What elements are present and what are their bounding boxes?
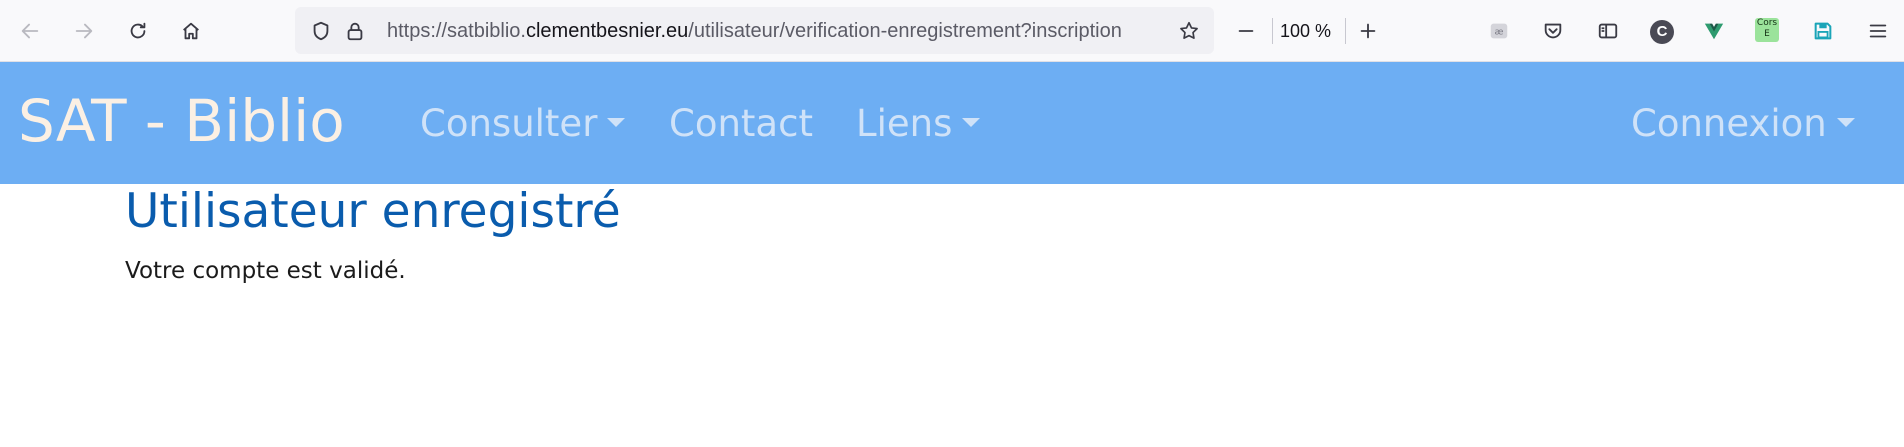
browser-toolbar: https://satbiblio.clementbesnier.eu/util… — [0, 0, 1904, 62]
cors-label-bottom: E — [1764, 29, 1770, 39]
caret-down-icon — [607, 118, 626, 127]
nav-item-consulter[interactable]: Consulter — [420, 102, 626, 146]
forward-button[interactable] — [66, 13, 102, 49]
nav-item-contact[interactable]: Contact — [669, 102, 813, 146]
confirmation-message: Votre compte est validé. — [125, 258, 406, 284]
nav-item-connexion-label: Connexion — [1631, 102, 1827, 145]
zoom-separator-left — [1272, 18, 1273, 44]
arrow-left-icon — [21, 23, 39, 39]
zoom-in-button[interactable] — [1350, 13, 1386, 49]
back-button[interactable] — [12, 13, 48, 49]
floppy-icon — [1814, 22, 1832, 40]
zoom-out-button[interactable] — [1228, 13, 1264, 49]
save-extension-button[interactable] — [1805, 13, 1841, 49]
tracking-protection-button[interactable] — [303, 13, 339, 49]
pocket-button[interactable] — [1535, 13, 1571, 49]
cors-label-top: Cors — [1756, 18, 1778, 28]
vue-devtools-icon — [1704, 23, 1724, 40]
nav-item-liens-label: Liens — [856, 102, 953, 145]
reader-view-icon: æ — [1490, 23, 1508, 39]
reload-icon — [130, 22, 146, 39]
reader-extension-button[interactable]: æ — [1481, 13, 1517, 49]
hamburger-menu-icon — [1869, 24, 1887, 38]
page-title: Utilisateur enregistré — [125, 184, 621, 239]
nav-item-contact-label: Contact — [669, 102, 813, 145]
reload-button[interactable] — [120, 13, 156, 49]
url-path: /utilisateur/verification-enregistrement… — [688, 20, 1122, 42]
url-fade — [1122, 19, 1162, 43]
bookmark-button[interactable] — [1171, 13, 1207, 49]
home-button[interactable] — [173, 13, 209, 49]
site-navbar: SAT - Biblio Consulter Contact Liens Con… — [0, 62, 1904, 184]
site-brand[interactable]: SAT - Biblio — [18, 86, 345, 156]
app-menu-button[interactable] — [1860, 13, 1896, 49]
site-info-button[interactable] — [337, 13, 373, 49]
sidebar-button[interactable] — [1590, 13, 1626, 49]
sidebar-icon — [1598, 23, 1618, 39]
minus-icon — [1238, 30, 1254, 32]
pocket-icon — [1544, 23, 1562, 39]
url-text[interactable]: https://satbiblio.clementbesnier.eu/util… — [387, 19, 1162, 43]
zoom-separator-right — [1345, 18, 1346, 44]
url-prefix: https://satbiblio. — [387, 20, 526, 42]
svg-text:æ: æ — [1495, 27, 1504, 38]
zoom-level[interactable]: 100 % — [1280, 21, 1331, 42]
c-extension-button[interactable]: C — [1650, 20, 1674, 44]
caret-down-icon — [1836, 118, 1855, 127]
url-host: clementbesnier.eu — [525, 20, 689, 42]
nav-item-liens[interactable]: Liens — [856, 102, 981, 146]
nav-item-consulter-label: Consulter — [420, 102, 598, 145]
vue-devtools-button[interactable] — [1696, 13, 1732, 49]
plus-icon — [1360, 23, 1376, 39]
star-icon — [1180, 21, 1198, 39]
lock-icon — [347, 22, 363, 41]
arrow-right-icon — [75, 23, 93, 39]
shield-icon — [313, 21, 329, 41]
home-icon — [183, 22, 199, 40]
url-bar[interactable]: https://satbiblio.clementbesnier.eu/util… — [295, 7, 1214, 54]
cors-extension-button[interactable]: Cors E — [1755, 18, 1779, 42]
caret-down-icon — [962, 118, 981, 127]
nav-item-connexion[interactable]: Connexion — [1631, 102, 1855, 146]
